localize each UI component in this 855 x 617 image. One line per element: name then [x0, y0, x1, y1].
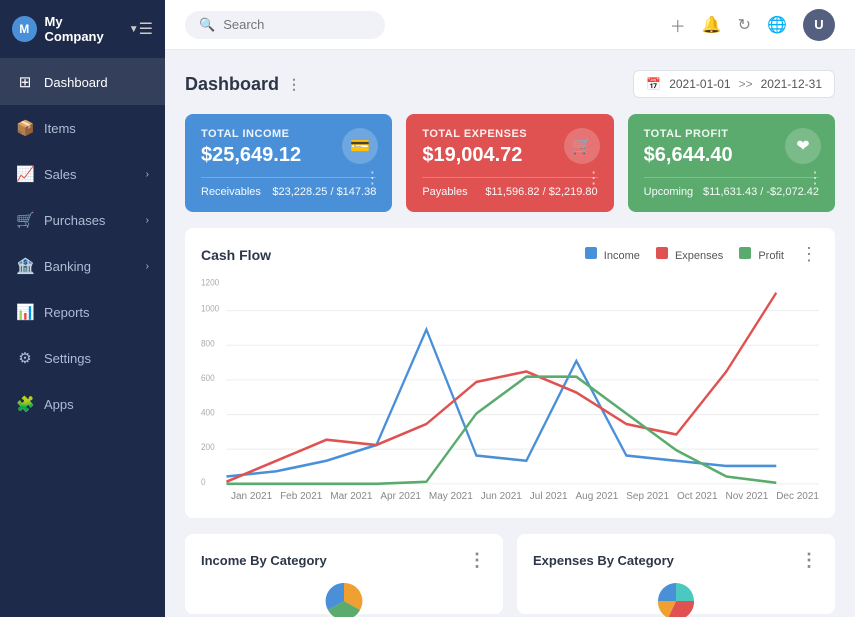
cashflow-chart-area: 0 200 400 600 800 1000 1200 [201, 277, 819, 487]
expenses-legend-dot [656, 247, 668, 259]
income-category-chart [201, 579, 487, 617]
cashflow-chart-card: Cash Flow Income Expenses Pr [185, 228, 835, 518]
svg-text:400: 400 [201, 407, 215, 418]
profit-sub: Upcoming $11,631.43 / -$2,072.42 [644, 177, 819, 198]
sidebar-item-sales[interactable]: 📈 Sales › [0, 151, 165, 197]
stat-card-income: TOTAL INCOME $25,649.12 💳 ⋮ Receivables … [185, 114, 392, 212]
company-dropdown-icon: ▼ [129, 24, 139, 35]
notification-icon[interactable]: 🔔 [702, 15, 722, 35]
avatar[interactable]: U [803, 9, 835, 41]
sidebar-header: M My Company ▼ ☰ [0, 0, 165, 59]
sidebar-item-reports[interactable]: 📊 Reports [0, 289, 165, 335]
search-input[interactable] [223, 17, 363, 32]
topbar: 🔍 ＋ 🔔 ↻ 🌐 U [165, 0, 855, 50]
settings-icon: ⚙ [16, 349, 34, 367]
sidebar-item-dashboard[interactable]: ⊞ Dashboard [0, 59, 165, 105]
profit-sub-value: $11,631.43 / -$2,072.42 [703, 186, 819, 198]
date-end: 2021-12-31 [761, 77, 822, 91]
chart-legend: Income Expenses Profit [585, 247, 784, 262]
page-title: Dashboard ⋮ [185, 74, 301, 95]
expenses-category-chart [533, 579, 819, 617]
income-sub-label: Receivables [201, 186, 261, 198]
income-legend-item: Income [585, 247, 640, 262]
sidebar-item-purchases[interactable]: 🛒 Purchases › [0, 197, 165, 243]
sales-icon: 📈 [16, 165, 34, 183]
profit-icon: ❤ [785, 128, 821, 164]
banking-icon: 🏦 [16, 257, 34, 275]
profit-sub-label: Upcoming [644, 186, 694, 198]
purchases-chevron-icon: › [146, 215, 149, 226]
expenses-line [226, 293, 776, 482]
svg-text:0: 0 [201, 476, 206, 487]
sales-chevron-icon: › [146, 169, 149, 180]
globe-icon[interactable]: 🌐 [767, 15, 787, 35]
search-box[interactable]: 🔍 [185, 11, 385, 39]
date-arrow: >> [739, 77, 753, 91]
bottom-cards: Income By Category ⋮ Expenses By Categor… [185, 534, 835, 614]
svg-text:1000: 1000 [201, 303, 219, 314]
expenses-by-category-header: Expenses By Category ⋮ [533, 550, 819, 571]
sidebar-item-settings[interactable]: ⚙ Settings [0, 335, 165, 381]
svg-text:800: 800 [201, 338, 215, 349]
cashflow-menu[interactable]: ⋮ [800, 244, 819, 265]
svg-text:1200: 1200 [201, 277, 219, 288]
expenses-by-category-title: Expenses By Category [533, 553, 674, 568]
dashboard-header: Dashboard ⋮ 📅 2021-01-01 >> 2021-12-31 [185, 70, 835, 98]
chart-x-labels: Jan 2021 Feb 2021 Mar 2021 Apr 2021 May … [201, 491, 819, 502]
cashflow-chart-title: Cash Flow [201, 247, 271, 263]
expenses-category-menu[interactable]: ⋮ [800, 550, 819, 571]
calendar-icon: 📅 [646, 77, 661, 91]
search-icon: 🔍 [199, 17, 215, 33]
main-area: 🔍 ＋ 🔔 ↻ 🌐 U Dashboard ⋮ 📅 2021-01-01 >> [165, 0, 855, 617]
income-sub: Receivables $23,228.25 / $147.38 [201, 177, 376, 198]
svg-text:600: 600 [201, 372, 215, 383]
expenses-icon: 🛒 [564, 128, 600, 164]
income-legend-dot [585, 247, 597, 259]
stat-card-profit: TOTAL PROFIT $6,644.40 ❤ ⋮ Upcoming $11,… [628, 114, 835, 212]
sidebar-item-apps[interactable]: 🧩 Apps [0, 381, 165, 427]
income-sub-value: $23,228.25 / $147.38 [272, 186, 376, 198]
sidebar-item-items[interactable]: 📦 Items [0, 105, 165, 151]
stat-card-expenses: TOTAL EXPENSES $19,004.72 🛒 ⋮ Payables $… [406, 114, 613, 212]
content-area: Dashboard ⋮ 📅 2021-01-01 >> 2021-12-31 T… [165, 50, 855, 617]
income-by-category-card: Income By Category ⋮ [185, 534, 503, 614]
profit-legend-dot [739, 247, 751, 259]
profit-line [226, 377, 776, 484]
purchases-icon: 🛒 [16, 211, 34, 229]
company-name[interactable]: M My Company ▼ [12, 14, 139, 44]
svg-text:200: 200 [201, 442, 215, 453]
income-line [226, 330, 776, 477]
cashflow-svg: 0 200 400 600 800 1000 1200 [201, 277, 819, 487]
sidebar-item-banking[interactable]: 🏦 Banking › [0, 243, 165, 289]
topbar-actions: ＋ 🔔 ↻ 🌐 U [670, 9, 835, 41]
expenses-sub-value: $11,596.82 / $2,219.80 [485, 186, 597, 198]
expenses-sub: Payables $11,596.82 / $2,219.80 [422, 177, 597, 198]
expenses-by-category-card: Expenses By Category ⋮ [517, 534, 835, 614]
dashboard-icon: ⊞ [16, 73, 34, 91]
cashflow-chart-header: Cash Flow Income Expenses Pr [201, 244, 819, 265]
add-icon[interactable]: ＋ [670, 13, 686, 37]
date-range-picker[interactable]: 📅 2021-01-01 >> 2021-12-31 [633, 70, 835, 98]
income-category-menu[interactable]: ⋮ [468, 550, 487, 571]
income-by-category-header: Income By Category ⋮ [201, 550, 487, 571]
banking-chevron-icon: › [146, 261, 149, 272]
company-logo: M [12, 16, 37, 42]
hamburger-menu[interactable]: ☰ [139, 19, 153, 39]
date-start: 2021-01-01 [669, 77, 730, 91]
refresh-icon[interactable]: ↻ [738, 15, 751, 35]
stat-cards: TOTAL INCOME $25,649.12 💳 ⋮ Receivables … [185, 114, 835, 212]
apps-icon: 🧩 [16, 395, 34, 413]
items-icon: 📦 [16, 119, 34, 137]
sidebar: M My Company ▼ ☰ ⊞ Dashboard 📦 Items 📈 S… [0, 0, 165, 617]
reports-icon: 📊 [16, 303, 34, 321]
profit-legend-item: Profit [739, 247, 784, 262]
dashboard-menu-icon[interactable]: ⋮ [287, 76, 301, 93]
expenses-sub-label: Payables [422, 186, 467, 198]
income-by-category-title: Income By Category [201, 553, 327, 568]
expenses-legend-item: Expenses [656, 247, 723, 262]
